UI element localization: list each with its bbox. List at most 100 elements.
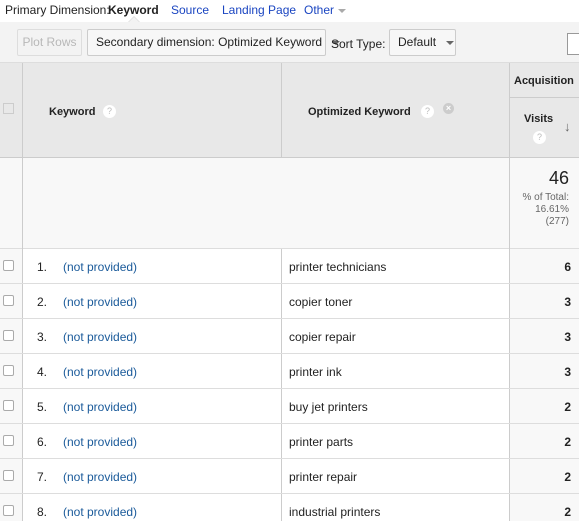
visits-value: 2 [564,505,571,519]
column-divider [281,494,282,521]
checkbox-cell [0,249,23,283]
row-checkbox[interactable] [3,400,14,411]
row-checkbox[interactable] [3,365,14,376]
help-icon[interactable]: ? [103,105,116,118]
table-row: 3. (not provided) copier repair 3 [0,319,579,354]
row-checkbox[interactable] [3,435,14,446]
column-divider [509,424,510,458]
checkbox-cell [0,494,23,521]
table-row: 2. (not provided) copier toner 3 [0,284,579,319]
primary-dimension-label: Primary Dimension: [5,3,110,17]
keyword-link[interactable]: (not provided) [63,505,137,519]
visits-value: 2 [564,400,571,414]
visits-value: 2 [564,435,571,449]
row-checkbox[interactable] [3,330,14,341]
column-divider [281,319,282,353]
column-divider [22,249,23,283]
row-number: 5. [37,400,48,414]
optimized-keyword-value: industrial printers [289,505,381,519]
column-divider [509,459,510,493]
dimension-landing-page-link[interactable]: Landing Page [222,3,296,17]
visits-cell: 3 [510,284,579,318]
column-divider [509,494,510,521]
row-checkbox[interactable] [3,295,14,306]
sort-descending-icon[interactable]: ↓ [564,119,571,134]
column-divider [22,284,23,318]
visits-cell: 3 [510,319,579,353]
table-body: 1. (not provided) printer technicians 6 … [0,249,579,521]
remove-dimension-icon[interactable]: × [443,103,454,114]
percent-value: 16.61% [535,204,569,215]
keyword-link[interactable]: (not provided) [63,365,137,379]
visits-value: 3 [564,365,571,379]
dimension-keyword-active[interactable]: Keyword [108,3,159,17]
table-header: Keyword ? Optimized Keyword ? × Acquisit… [0,63,579,158]
table-row: 8. (not provided) industrial printers 2 [0,494,579,521]
sort-type-value: Default [398,35,437,49]
column-divider [281,459,282,493]
keyword-link[interactable]: (not provided) [63,400,137,414]
column-divider [509,319,510,353]
row-checkbox[interactable] [3,260,14,271]
column-header-optimized-keyword[interactable]: Optimized Keyword [308,106,411,118]
optimized-keyword-value: copier repair [289,330,356,344]
column-divider [22,319,23,353]
plot-rows-button[interactable]: Plot Rows [17,29,82,56]
keyword-link[interactable]: (not provided) [63,295,137,309]
row-number: 6. [37,435,48,449]
column-divider [22,459,23,493]
table-search-input[interactable] [567,33,579,55]
column-divider [509,354,510,388]
optimized-keyword-value: copier toner [289,295,353,309]
secondary-dimension-label: Secondary dimension: Optimized Keyword [96,35,323,49]
optimized-keyword-value: printer parts [289,435,354,449]
help-icon[interactable]: ? [421,105,434,118]
visits-cell: 6 [510,249,579,283]
row-checkbox[interactable] [3,505,14,516]
row-checkbox[interactable] [3,470,14,481]
row-number: 8. [37,505,48,519]
keyword-link[interactable]: (not provided) [63,330,137,344]
column-divider [281,424,282,458]
column-header-keyword[interactable]: Keyword [49,106,95,118]
table-row: 4. (not provided) printer ink 3 [0,354,579,389]
row-number: 1. [37,260,48,274]
column-header-visits[interactable]: Visits [524,113,553,125]
table-row: 7. (not provided) printer repair 2 [0,459,579,494]
row-number: 2. [37,295,48,309]
chevron-down-icon [446,40,455,45]
optimized-keyword-value: printer ink [289,365,342,379]
row-number: 4. [37,365,48,379]
optimized-keyword-value: buy jet printers [289,400,368,414]
primary-dimension-bar: Primary Dimension: Keyword Source Landin… [0,0,579,23]
secondary-dimension-dropdown[interactable]: Secondary dimension: Optimized Keyword [87,29,341,56]
table-toolbar: Plot Rows Secondary dimension: Optimized… [0,22,579,63]
keyword-link[interactable]: (not provided) [63,260,137,274]
visits-cell: 3 [510,354,579,388]
visits-cell: 2 [510,424,579,458]
dimension-source-link[interactable]: Source [171,3,209,17]
row-number: 7. [37,470,48,484]
keyword-link[interactable]: (not provided) [63,470,137,484]
help-icon[interactable]: ? [533,131,546,144]
table-row: 5. (not provided) buy jet printers 2 [0,389,579,424]
column-divider [22,424,23,458]
percent-label: % of Total: [522,192,569,203]
sort-type-dropdown[interactable]: Default [389,29,456,56]
column-divider [22,158,23,249]
dimension-other-link[interactable]: Other [304,3,347,17]
group-divider [510,97,579,98]
visits-value: 2 [564,470,571,484]
column-divider [22,354,23,388]
column-divider [509,158,510,249]
visits-total: 46 [548,168,569,188]
checkbox-cell [0,354,23,388]
keyword-link[interactable]: (not provided) [63,435,137,449]
site-total: (277) [545,216,569,227]
visits-cell: 2 [510,389,579,423]
column-divider [281,389,282,423]
select-all-checkbox[interactable] [3,103,14,114]
dimension-other-label: Other [304,3,335,17]
column-divider [509,249,510,283]
visits-cell: 2 [510,494,579,521]
